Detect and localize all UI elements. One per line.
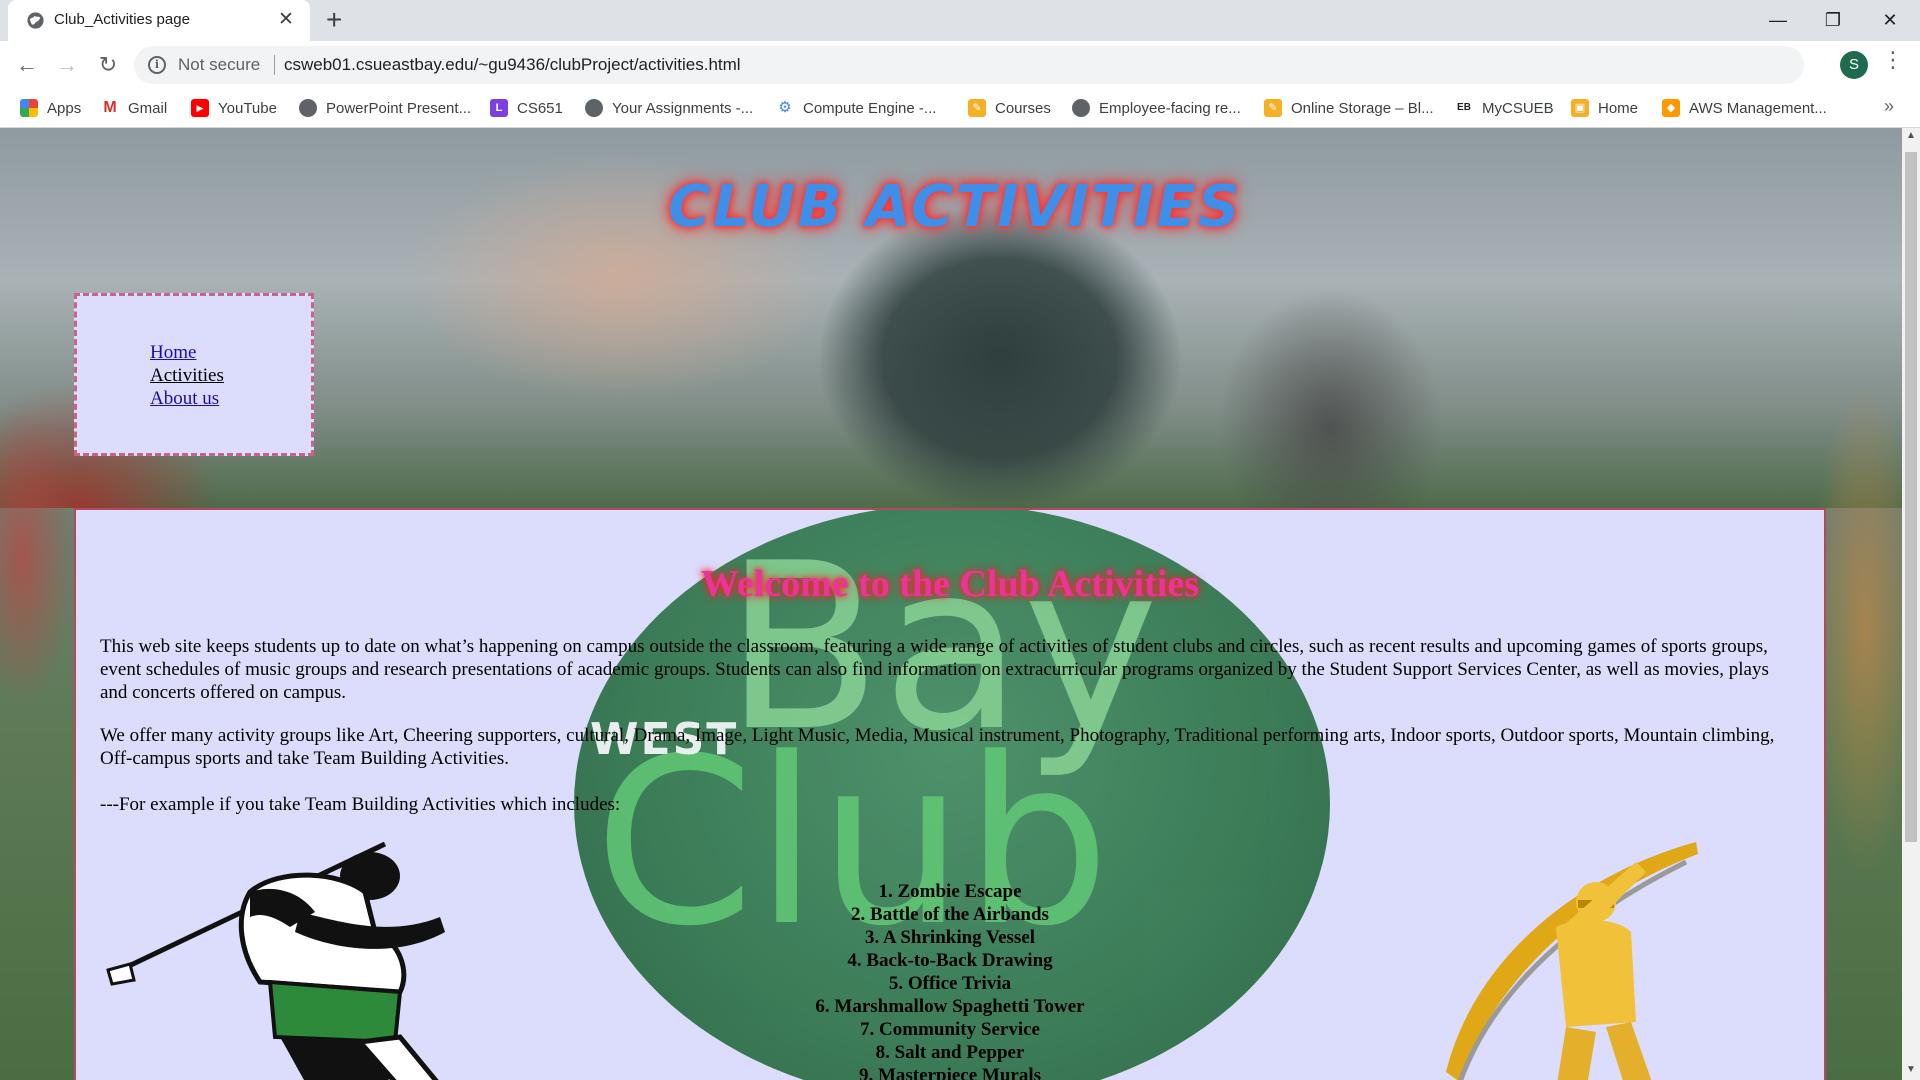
example-paragraph: ---For example if you take Team Building… [100, 794, 621, 815]
cs651-icon: L [490, 99, 508, 117]
bookmark-label: CS651 [517, 99, 563, 117]
bookmark-employee[interactable]: Employee-facing re... [1072, 96, 1241, 120]
bookmark-gmail[interactable]: M Gmail [101, 96, 167, 120]
scroll-up-arrow-icon[interactable]: ▲ [1906, 130, 1916, 141]
list-item: 9. Masterpiece Murals [858, 1065, 1042, 1080]
tab-close-icon[interactable]: ✕ [278, 9, 294, 31]
activity-groups-paragraph: We offer many activity groups like Art, … [100, 725, 1775, 769]
reload-icon[interactable]: ↻ [94, 51, 122, 79]
site-nav-list: Home Activities About us [150, 341, 224, 410]
close-window-button[interactable]: ✕ [1870, 4, 1910, 36]
bookmark-label: Employee-facing re... [1099, 99, 1241, 117]
globe-icon [299, 99, 317, 117]
main-content-panel: Bay Club WEST Welcome to the Club Activi… [74, 508, 1826, 1080]
list-item: 6. Marshmallow Spaghetti Tower [815, 996, 1085, 1017]
team-building-list: 1. Zombie Escape 2. Battle of the Airban… [76, 880, 1824, 1080]
welcome-heading: Welcome to the Club Activities [700, 563, 1200, 605]
bookmark-label: PowerPoint Present... [326, 99, 472, 117]
bookmark-mycsueb[interactable]: EB MyCSUEB [1455, 96, 1554, 120]
bookmarks-overflow-icon[interactable]: » [1884, 96, 1894, 117]
tab-strip: Club_Activities page ✕ + — ❐ ✕ [0, 0, 1920, 41]
bookmark-assignments[interactable]: Your Assignments -... [585, 96, 753, 120]
site-nav-box: Home Activities About us [74, 293, 314, 456]
bookmark-label: Online Storage – Bl... [1291, 99, 1434, 117]
browser-tab-active[interactable]: Club_Activities page ✕ [8, 0, 310, 41]
security-label[interactable]: Not secure [178, 55, 260, 75]
bookmark-cs651[interactable]: L CS651 [490, 96, 563, 120]
list-item: 8. Salt and Pepper [875, 1042, 1025, 1063]
scroll-down-arrow-icon[interactable]: ▼ [1906, 1064, 1916, 1075]
courses-icon: ✎ [968, 99, 986, 117]
nav-link-home[interactable]: Home [150, 341, 224, 364]
bookmark-home[interactable]: ▣ Home [1571, 96, 1638, 120]
info-icon[interactable]: i [148, 56, 166, 74]
bookmark-label: Gmail [128, 99, 168, 117]
omnibox-divider [274, 55, 275, 75]
compute-engine-icon: ⚙ [776, 99, 794, 117]
bookmark-label: Your Assignments -... [612, 99, 754, 117]
tab-title: Club_Activities page [54, 11, 190, 28]
list-item: 5. Office Trivia [888, 973, 1012, 994]
youtube-icon: ▶ [191, 99, 209, 117]
list-item: 4. Back-to-Back Drawing [847, 950, 1053, 971]
bookmark-compute-engine[interactable]: ⚙ Compute Engine -... [776, 96, 936, 120]
list-item: 7. Community Service [860, 1019, 1040, 1040]
bookmark-label: YouTube [218, 99, 277, 117]
kebab-menu-icon[interactable]: ⋮ [1882, 47, 1904, 73]
bookmark-label: AWS Management... [1689, 99, 1827, 117]
bookmark-label: Courses [995, 99, 1051, 117]
intro-paragraph: This web site keeps students up to date … [100, 636, 1769, 703]
list-item: 3. A Shrinking Vessel [864, 927, 1036, 948]
browser-toolbar: ← → ↻ i Not secure csweb01.csueastbay.ed… [0, 41, 1920, 88]
bookmarks-bar: Apps M Gmail ▶ YouTube PowerPoint Presen… [0, 88, 1920, 128]
bookmark-label: Home [1598, 99, 1639, 117]
forward-icon[interactable]: → [53, 51, 81, 79]
bookmark-label: Apps [47, 99, 82, 117]
bookmark-online-storage[interactable]: ✎ Online Storage – Bl... [1264, 96, 1434, 120]
new-tab-button[interactable]: + [326, 6, 342, 34]
bookmark-label: Compute Engine -... [803, 99, 937, 117]
nav-link-activities[interactable]: Activities [150, 364, 224, 387]
list-item: 2. Battle of the Airbands [851, 904, 1049, 925]
online-storage-icon: ✎ [1264, 99, 1282, 117]
background-player-left [0, 408, 75, 708]
apps-grid-icon [20, 99, 38, 117]
url-text[interactable]: csweb01.csueastbay.edu/~gu9436/clubProje… [284, 55, 741, 75]
bookmark-apps[interactable]: Apps [20, 96, 81, 120]
page-viewport: CLUB ACTIVITIES Home Activities About us… [0, 128, 1902, 1080]
page-scrollbar[interactable]: ▲ ▼ [1902, 128, 1920, 1080]
bookmark-label: MyCSUEB [1482, 99, 1554, 117]
nav-link-about-us[interactable]: About us [150, 387, 224, 410]
home-box-icon: ▣ [1571, 99, 1589, 117]
profile-avatar[interactable]: S [1840, 51, 1868, 79]
aws-icon: ◆ [1662, 99, 1680, 117]
restore-button[interactable]: ❐ [1813, 4, 1853, 36]
back-icon[interactable]: ← [13, 51, 41, 79]
bookmark-youtube[interactable]: ▶ YouTube [191, 96, 277, 120]
globe-icon [27, 12, 44, 29]
minimize-button[interactable]: — [1758, 4, 1798, 36]
scroll-thumb[interactable] [1905, 152, 1917, 842]
bookmark-powerpoint[interactable]: PowerPoint Present... [299, 96, 471, 120]
list-item: 1. Zombie Escape [878, 881, 1022, 902]
globe-icon [1072, 99, 1090, 117]
globe-icon [585, 99, 603, 117]
address-bar[interactable]: i Not secure csweb01.csueastbay.edu/~gu9… [134, 46, 1804, 84]
bookmark-courses[interactable]: ✎ Courses [968, 96, 1051, 120]
mycsueb-icon: EB [1455, 99, 1473, 117]
gmail-icon: M [101, 99, 119, 117]
bookmark-aws[interactable]: ◆ AWS Management... [1662, 96, 1827, 120]
page-title: CLUB ACTIVITIES [668, 172, 1242, 240]
